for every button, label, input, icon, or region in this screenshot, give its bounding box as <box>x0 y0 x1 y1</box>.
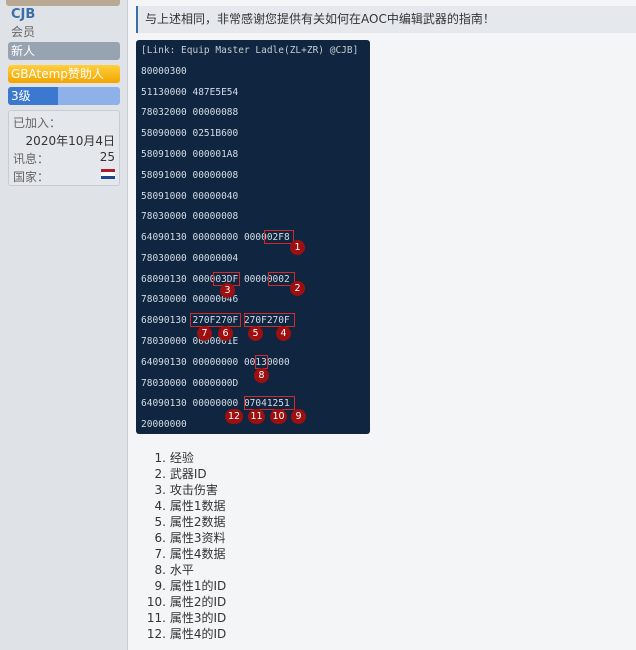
list-item: 9. 属性1的ID <box>146 577 227 594</box>
rank-badge-sponsor: GBAtemp赞助人 <box>8 65 120 83</box>
cheat-code-image[interactable]: [Link: Equip Master Ladle(ZL+ZR) @CJB] 8… <box>136 40 370 434</box>
list-number: 12. <box>146 627 166 641</box>
marker-badge: 3 <box>220 283 235 298</box>
list-item: 11. 属性3的ID <box>146 609 226 626</box>
list-text: 属性1的ID <box>169 579 227 593</box>
marker-badge: 5 <box>248 326 263 341</box>
code-line: 58090000 0251B600 <box>141 128 239 139</box>
list-number: 3. <box>154 483 166 497</box>
list-item: 2. 武器ID <box>146 465 207 482</box>
code-line: 78032000 00000088 <box>141 107 239 118</box>
marker-badge: 12 <box>225 409 243 424</box>
list-item: 5. 属性2数据 <box>146 513 226 530</box>
user-sidebar: CJB 会员 新人 GBAtemp赞助人 3级 已加入： 2020年10月4日 … <box>0 0 128 650</box>
user-title: 会员 <box>11 25 36 39</box>
list-text: 经验 <box>169 451 194 465</box>
marker-badge: 6 <box>218 326 233 341</box>
user-info-box: 已加入： 2020年10月4日 讯息： 25 国家： <box>8 110 120 186</box>
marker-badge: 1 <box>290 240 305 255</box>
list-text: 属性2数据 <box>169 515 226 529</box>
netherlands-flag-icon <box>101 169 115 179</box>
code-line: 78030000 00000008 <box>141 211 239 222</box>
messages-label: 讯息： <box>13 152 50 166</box>
code-line: 58091000 00000008 <box>141 170 239 181</box>
messages-count: 25 <box>99 150 115 164</box>
joined-label: 已加入： <box>13 116 62 130</box>
list-number: 4. <box>154 499 166 513</box>
list-text: 属性4的ID <box>169 627 227 641</box>
code-line: 78030000 00000004 <box>141 253 239 264</box>
marker-badge: 7 <box>197 326 212 341</box>
level-label: 3级 <box>11 89 31 103</box>
code-line: 78030000 0000000D <box>141 378 239 389</box>
highlight-box <box>190 313 241 327</box>
list-number: 10. <box>146 595 166 609</box>
list-text: 属性3的ID <box>169 611 227 625</box>
code-line: 58091000 000001A8 <box>141 149 239 160</box>
marker-badge: 8 <box>254 368 269 383</box>
marker-badge: 11 <box>248 409 265 424</box>
marker-badge: 2 <box>290 281 305 296</box>
list-number: 7. <box>154 547 166 561</box>
list-item: 1. 经验 <box>146 449 194 466</box>
code-line: 58091000 00000040 <box>141 191 239 202</box>
avatar[interactable] <box>6 0 120 6</box>
list-text: 属性3资料 <box>169 531 226 545</box>
list-text: 属性2的ID <box>169 595 227 609</box>
list-item: 12. 属性4的ID <box>146 625 226 642</box>
list-number: 6. <box>154 531 166 545</box>
code-line: 80000300 <box>141 66 187 77</box>
code-header: [Link: Equip Master Ladle(ZL+ZR) @CJB] <box>141 45 359 56</box>
list-item: 4. 属性1数据 <box>146 497 226 514</box>
highlight-box <box>255 355 268 369</box>
list-text: 攻击伤害 <box>169 483 218 497</box>
list-number: 5. <box>154 515 166 529</box>
marker-badge: 9 <box>291 409 306 424</box>
list-number: 8. <box>154 563 166 577</box>
highlight-box <box>244 313 295 327</box>
list-item: 7. 属性4数据 <box>146 545 226 562</box>
highlight-box <box>264 230 294 244</box>
list-text: 武器ID <box>169 467 207 481</box>
list-item: 8. 水平 <box>146 561 194 578</box>
username-link[interactable]: CJB <box>11 7 35 22</box>
list-text: 属性4数据 <box>169 547 226 561</box>
quote-block: 与上述相同，非常感谢您提供有关如何在AOC中编辑武器的指南！ <box>136 6 636 33</box>
joined-date: 2020年10月4日 <box>25 134 115 148</box>
list-text: 属性1数据 <box>169 499 226 513</box>
list-item: 10. 属性2的ID <box>146 593 226 610</box>
list-text: 水平 <box>169 563 194 577</box>
list-number: 2. <box>154 467 166 481</box>
list-number: 9. <box>154 579 166 593</box>
list-item: 3. 攻击伤害 <box>146 481 218 498</box>
rank-badge-newbie: 新人 <box>8 42 120 60</box>
marker-badge: 10 <box>270 409 287 424</box>
code-line: 20000000 <box>141 419 187 430</box>
list-number: 11. <box>146 611 166 625</box>
level-progress-bar: 3级 <box>8 87 120 105</box>
country-label: 国家： <box>13 170 50 184</box>
list-number: 1. <box>154 451 166 465</box>
code-line: 51130000 487E5E54 <box>141 87 239 98</box>
list-item: 6. 属性3资料 <box>146 529 226 546</box>
highlight-box <box>244 396 295 410</box>
marker-badge: 4 <box>276 326 291 341</box>
